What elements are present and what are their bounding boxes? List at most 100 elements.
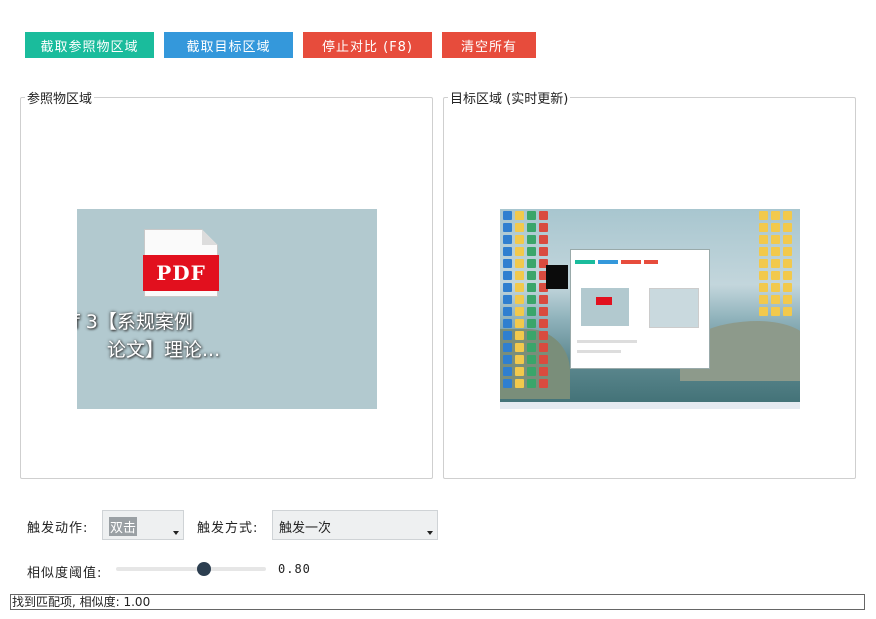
desktop-shortcut-icon — [539, 307, 548, 316]
desktop-folder-icon — [759, 295, 768, 304]
desktop-shortcut-icon — [515, 343, 524, 352]
desktop-shortcut-icon — [503, 283, 512, 292]
mini-target-panel — [649, 288, 699, 328]
desktop-shortcut-icon — [539, 223, 548, 232]
desktop-folder-icon — [783, 235, 792, 244]
desktop-folder-icon — [783, 271, 792, 280]
desktop-folder-icon — [759, 223, 768, 232]
desktop-folder-icon — [771, 247, 780, 256]
desktop-folder-icon — [783, 295, 792, 304]
reference-image: PDF f 3【系规案例 论文】理论... — [77, 209, 377, 409]
desktop-shortcut-icon — [503, 271, 512, 280]
status-bar: 找到匹配项, 相似度: 1.00 — [10, 594, 865, 610]
similarity-slider[interactable] — [116, 562, 266, 576]
desktop-shortcut-icon — [539, 331, 548, 340]
clear-all-button[interactable]: 清空所有 — [442, 32, 536, 58]
desktop-shortcut-icon — [515, 319, 524, 328]
trigger-mode-label: 触发方式: — [197, 521, 259, 536]
desktop-shortcut-icon — [539, 319, 548, 328]
slider-handle[interactable] — [196, 562, 211, 576]
desktop-shortcut-icon — [503, 295, 512, 304]
capture-target-button[interactable]: 截取目标区域 — [164, 32, 293, 58]
desktop-folder-icon — [783, 283, 792, 292]
mini-control-row — [577, 350, 621, 353]
desktop-folder-icon — [771, 271, 780, 280]
desktop-shortcut-icon — [503, 223, 512, 232]
desktop-folder-icon — [783, 307, 792, 316]
mini-reference-panel — [581, 288, 629, 326]
desktop-shortcut-icon — [515, 295, 524, 304]
desktop-shortcut-icon — [539, 379, 548, 388]
desktop-folder-icon — [759, 283, 768, 292]
desktop-shortcut-icon — [527, 235, 536, 244]
desktop-shortcut-icon — [539, 295, 548, 304]
desktop-shortcut-icon — [527, 367, 536, 376]
desktop-shortcut-icon — [515, 307, 524, 316]
desktop-shortcut-icon — [503, 235, 512, 244]
desktop-shortcut-icon — [503, 367, 512, 376]
mini-control-row — [577, 340, 637, 343]
pdf-badge: PDF — [143, 255, 219, 291]
desktop-shortcut-icon — [527, 283, 536, 292]
desktop-shortcut-icon — [527, 331, 536, 340]
desktop-shortcut-icon — [515, 235, 524, 244]
desktop-shortcut-icon — [503, 259, 512, 268]
mini-button — [575, 260, 595, 264]
mini-button — [644, 260, 658, 264]
trigger-action-label: 触发动作: — [27, 521, 89, 536]
slider-track[interactable] — [116, 567, 266, 571]
desktop-folder-icon — [783, 259, 792, 268]
desktop-shortcut-icon — [527, 307, 536, 316]
desktop-folder-icon — [771, 235, 780, 244]
capture-reference-button[interactable]: 截取参照物区域 — [25, 32, 154, 58]
desktop-shortcut-icon — [527, 259, 536, 268]
similarity-value: 0.80 — [278, 562, 311, 576]
desktop-icons-left — [503, 211, 548, 388]
desktop-shortcut-icon — [503, 379, 512, 388]
chevron-down-icon — [427, 531, 433, 535]
desktop-shortcut-icon — [515, 283, 524, 292]
desktop-folder-icon — [771, 307, 780, 316]
desktop-shortcut-icon — [539, 343, 548, 352]
desktop-folder-icon — [759, 259, 768, 268]
desktop-folder-icon — [771, 223, 780, 232]
desktop-shortcut-icon — [527, 223, 536, 232]
desktop-shortcut-icon — [503, 343, 512, 352]
target-panel: 目标区域 (实时更新) — [443, 88, 856, 479]
app-window-thumbnail — [570, 249, 710, 369]
trigger-mode-value: 触发一次 — [279, 521, 332, 536]
desktop-shortcut-icon — [527, 271, 536, 280]
desktop-shortcut-icon — [539, 235, 548, 244]
desktop-shortcut-icon — [515, 211, 524, 220]
trigger-mode-select[interactable]: 触发一次 — [272, 510, 438, 540]
desktop-dark-window — [546, 265, 568, 289]
desktop-folder-icon — [771, 283, 780, 292]
desktop-shortcut-icon — [527, 295, 536, 304]
trigger-action-value: 双击 — [109, 517, 138, 536]
desktop-folder-icon — [771, 295, 780, 304]
desktop-folder-icon — [759, 235, 768, 244]
desktop-shortcut-icon — [503, 355, 512, 364]
reference-panel-title: 参照物区域 — [27, 92, 93, 107]
desktop-shortcut-icon — [527, 211, 536, 220]
desktop-shortcut-icon — [527, 247, 536, 256]
desktop-folder-icon — [783, 223, 792, 232]
desktop-shortcut-icon — [527, 355, 536, 364]
desktop-shortcut-icon — [515, 355, 524, 364]
trigger-action-select[interactable]: 双击 — [102, 510, 184, 540]
desktop-shortcut-icon — [503, 307, 512, 316]
desktop-shortcut-icon — [503, 331, 512, 340]
desktop-shortcut-icon — [503, 319, 512, 328]
desktop-shortcut-icon — [515, 247, 524, 256]
desktop-shortcut-icon — [539, 367, 548, 376]
desktop-folder-icon — [759, 211, 768, 220]
mini-button — [621, 260, 641, 264]
desktop-shortcut-icon — [527, 319, 536, 328]
desktop-shortcut-icon — [515, 331, 524, 340]
desktop-shortcut-icon — [515, 379, 524, 388]
desktop-shortcut-icon — [515, 271, 524, 280]
taskbar — [500, 402, 800, 409]
target-panel-title: 目标区域 (实时更新) — [450, 92, 569, 107]
desktop-folder-icon — [759, 271, 768, 280]
stop-compare-button[interactable]: 停止对比 (F8) — [303, 32, 432, 58]
